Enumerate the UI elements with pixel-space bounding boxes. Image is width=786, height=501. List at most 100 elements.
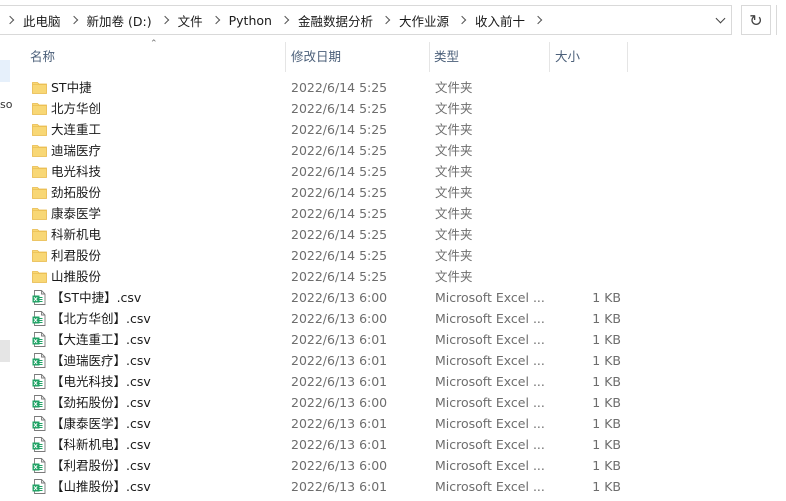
- folder-icon: [32, 122, 47, 136]
- file-name: 科新机电: [51, 227, 102, 242]
- file-row[interactable]: 科新机电 2022/6/14 5:25 文件夹: [0, 224, 786, 245]
- file-type: 文件夹: [435, 164, 473, 179]
- file-modified-date: 2022/6/14 5:25: [291, 164, 388, 179]
- csv-file-icon: [32, 479, 47, 494]
- breadcrumb-item[interactable]: Python: [226, 13, 275, 28]
- file-type: Microsoft Excel ...: [435, 374, 545, 389]
- column-header-row: ⌃ 名称 修改日期 类型 大小: [12, 39, 786, 72]
- file-type: 文件夹: [435, 80, 473, 95]
- file-size: 1 KB: [592, 458, 621, 473]
- csv-file-icon: [32, 290, 47, 305]
- file-size: 1 KB: [592, 395, 621, 410]
- breadcrumb-item[interactable]: 金融数据分析: [295, 11, 376, 30]
- file-row[interactable]: 迪瑞医疗 2022/6/14 5:25 文件夹: [0, 140, 786, 161]
- file-type: Microsoft Excel ...: [435, 479, 545, 494]
- file-row[interactable]: 康泰医学 2022/6/14 5:25 文件夹: [0, 203, 786, 224]
- csv-file-icon: [32, 353, 47, 368]
- column-header-name[interactable]: 名称: [30, 42, 55, 72]
- folder-icon: [32, 164, 47, 178]
- file-modified-date: 2022/6/13 6:01: [291, 437, 388, 452]
- breadcrumb-chevron-icon[interactable]: [376, 14, 396, 27]
- file-type: 文件夹: [435, 227, 473, 242]
- file-modified-date: 2022/6/13 6:00: [291, 395, 388, 410]
- breadcrumb: 此电脑 新加卷 (D:) 文件 Python 金融数据分析 大作业源 收入前十: [0, 11, 548, 30]
- file-type: Microsoft Excel ...: [435, 311, 545, 326]
- file-name: 【山推股份】.csv: [51, 479, 151, 494]
- file-type: Microsoft Excel ...: [435, 437, 545, 452]
- file-type: Microsoft Excel ...: [435, 290, 545, 305]
- file-modified-date: 2022/6/13 6:01: [291, 479, 388, 494]
- file-row[interactable]: 【电光科技】.csv 2022/6/13 6:01 Microsoft Excel …: [0, 371, 786, 392]
- file-size: 1 KB: [592, 479, 621, 494]
- file-name: 【劲拓股份】.csv: [51, 395, 151, 410]
- csv-file-icon: [32, 332, 47, 347]
- file-row[interactable]: 利君股份 2022/6/14 5:25 文件夹: [0, 245, 786, 266]
- file-row[interactable]: 山推股份 2022/6/14 5:25 文件夹: [0, 266, 786, 287]
- file-modified-date: 2022/6/14 5:25: [291, 206, 388, 221]
- breadcrumb-chevron-icon[interactable]: [0, 14, 20, 27]
- folder-icon: [32, 248, 47, 262]
- file-row[interactable]: 【北方华创】.csv 2022/6/13 6:00 Microsoft Excel …: [0, 308, 786, 329]
- file-row[interactable]: 【康泰医学】.csv 2022/6/13 6:01 Microsoft Excel …: [0, 413, 786, 434]
- file-row[interactable]: 【科新机电】.csv 2022/6/13 6:01 Microsoft Excel …: [0, 434, 786, 455]
- column-header-type[interactable]: 类型: [434, 42, 459, 72]
- breadcrumb-item[interactable]: 此电脑: [20, 11, 64, 30]
- file-modified-date: 2022/6/14 5:25: [291, 143, 388, 158]
- file-row[interactable]: 北方华创 2022/6/14 5:25 文件夹: [0, 98, 786, 119]
- csv-file-icon: [32, 311, 47, 326]
- file-row[interactable]: 【劲拓股份】.csv 2022/6/13 6:00 Microsoft Excel …: [0, 392, 786, 413]
- folder-icon: [32, 185, 47, 199]
- file-row[interactable]: 电光科技 2022/6/14 5:25 文件夹: [0, 161, 786, 182]
- file-name: 【利君股份】.csv: [51, 458, 151, 473]
- file-row[interactable]: ST中捷 2022/6/14 5:25 文件夹: [0, 77, 786, 98]
- file-type: Microsoft Excel ...: [435, 353, 545, 368]
- file-size: 1 KB: [592, 374, 621, 389]
- file-modified-date: 2022/6/13 6:00: [291, 311, 388, 326]
- file-row[interactable]: 【利君股份】.csv 2022/6/13 6:00 Microsoft Excel …: [0, 455, 786, 476]
- column-divider[interactable]: [549, 42, 550, 72]
- file-name: 大连重工: [51, 122, 102, 137]
- breadcrumb-chevron-icon[interactable]: [275, 14, 295, 27]
- file-row[interactable]: 【山推股份】.csv 2022/6/13 6:01 Microsoft Excel …: [0, 476, 786, 497]
- breadcrumb-item[interactable]: 文件: [175, 11, 206, 30]
- file-type: Microsoft Excel ...: [435, 416, 545, 431]
- address-history-dropdown-button[interactable]: [709, 6, 731, 34]
- breadcrumb-item[interactable]: 大作业源: [396, 11, 452, 30]
- column-header-size[interactable]: 大小: [555, 42, 580, 72]
- csv-file-icon: [32, 374, 47, 389]
- file-name: 北方华创: [51, 101, 102, 116]
- file-size: 1 KB: [592, 353, 621, 368]
- breadcrumb-item[interactable]: 新加卷 (D:): [84, 11, 155, 30]
- file-row[interactable]: 劲拓股份 2022/6/14 5:25 文件夹: [0, 182, 786, 203]
- column-header-date[interactable]: 修改日期: [291, 42, 341, 72]
- file-type: 文件夹: [435, 206, 473, 221]
- breadcrumb-chevron-icon[interactable]: [155, 14, 175, 27]
- column-divider[interactable]: [627, 42, 628, 72]
- file-type: Microsoft Excel ...: [435, 395, 545, 410]
- folder-icon: [32, 269, 47, 283]
- file-modified-date: 2022/6/13 6:00: [291, 458, 388, 473]
- file-row[interactable]: 【迪瑞医疗】.csv 2022/6/13 6:01 Microsoft Excel …: [0, 350, 786, 371]
- column-divider[interactable]: [429, 42, 430, 72]
- file-row[interactable]: 【ST中捷】.csv 2022/6/13 6:00 Microsoft Excel …: [0, 287, 786, 308]
- column-divider[interactable]: [285, 42, 286, 72]
- file-size: 1 KB: [592, 290, 621, 305]
- file-modified-date: 2022/6/14 5:25: [291, 227, 388, 242]
- breadcrumb-chevron-icon[interactable]: [206, 14, 226, 27]
- file-type: 文件夹: [435, 101, 473, 116]
- file-name: 【大连重工】.csv: [51, 332, 151, 347]
- file-size: 1 KB: [592, 437, 621, 452]
- breadcrumb-chevron-icon[interactable]: [64, 14, 84, 27]
- breadcrumb-item[interactable]: 收入前十: [472, 11, 528, 30]
- search-box[interactable]: [776, 5, 786, 35]
- file-name: 【康泰医学】.csv: [51, 416, 151, 431]
- address-bar[interactable]: 此电脑 新加卷 (D:) 文件 Python 金融数据分析 大作业源 收入前十: [0, 5, 732, 35]
- file-row[interactable]: 大连重工 2022/6/14 5:25 文件夹: [0, 119, 786, 140]
- file-modified-date: 2022/6/13 6:00: [291, 290, 388, 305]
- file-row[interactable]: 【大连重工】.csv 2022/6/13 6:01 Microsoft Excel …: [0, 329, 786, 350]
- refresh-button[interactable]: ↻: [741, 5, 771, 35]
- breadcrumb-chevron-icon[interactable]: [452, 14, 472, 27]
- folder-icon: [32, 227, 47, 241]
- breadcrumb-chevron-icon[interactable]: [528, 14, 548, 27]
- file-name: 山推股份: [51, 269, 102, 284]
